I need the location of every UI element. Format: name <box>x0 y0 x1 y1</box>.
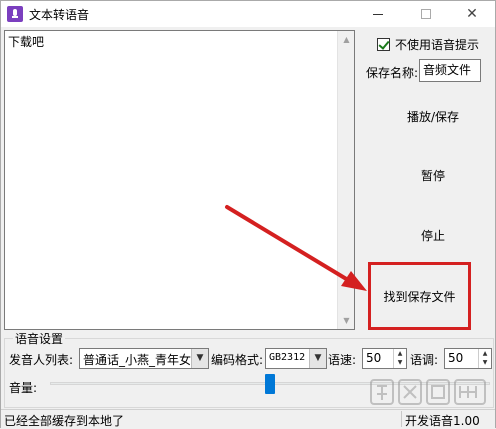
app-window: 文本转语音 ✕ 下载吧 ▲ ▼ 不使用语音提示 保存名称: 音频文件 播放/保存… <box>0 0 496 428</box>
voice-settings-title: 语音设置 <box>13 330 66 347</box>
save-name-input[interactable]: 音频文件 <box>419 59 481 82</box>
no-voice-prompt-label: 不使用语音提示 <box>395 38 480 52</box>
pitch-stepper-arrows[interactable]: ▲ ▼ <box>478 349 491 368</box>
stepper-down-icon[interactable]: ▼ <box>479 358 491 367</box>
pitch-value: 50 <box>448 351 464 365</box>
pitch-stepper[interactable]: 50 ▲ ▼ <box>444 348 492 369</box>
title-bar: 文本转语音 ✕ <box>1 1 495 27</box>
scroll-up-icon[interactable]: ▲ <box>338 31 355 48</box>
stop-button[interactable]: 停止 <box>371 227 495 244</box>
no-voice-prompt-checkbox[interactable] <box>377 38 390 51</box>
play-save-button[interactable]: 播放/保存 <box>371 108 495 125</box>
encoding-label: 编码格式: <box>211 353 264 367</box>
speaker-list-label: 发音人列表: <box>9 353 74 367</box>
scroll-down-icon[interactable]: ▼ <box>338 312 355 329</box>
window-title: 文本转语音 <box>29 8 90 22</box>
close-icon: ✕ <box>466 6 478 22</box>
status-bar: 已经全部缓存到本地了 开发语音1.00 <box>1 409 495 428</box>
stepper-up-icon[interactable]: ▲ <box>479 349 491 358</box>
minimize-icon <box>373 13 383 15</box>
text-input-area[interactable]: 下载吧 ▲ ▼ <box>4 30 355 330</box>
volume-label: 音量: <box>9 381 38 395</box>
microphone-app-icon <box>7 6 23 22</box>
speed-stepper[interactable]: 50 ▲ ▼ <box>362 348 407 369</box>
chevron-down-icon[interactable]: ▼ <box>309 349 326 368</box>
watermark-logo <box>370 379 486 405</box>
maximize-button[interactable] <box>403 1 449 27</box>
find-saved-file-button[interactable]: 找到保存文件 <box>368 288 471 305</box>
close-button[interactable]: ✕ <box>449 1 495 27</box>
stepper-up-icon[interactable]: ▲ <box>394 349 406 358</box>
save-name-label: 保存名称: <box>366 66 419 80</box>
no-voice-prompt-option[interactable]: 不使用语音提示 <box>377 36 479 53</box>
encoding-value: GB2312 <box>269 352 306 363</box>
maximize-icon <box>421 9 431 19</box>
stepper-down-icon[interactable]: ▼ <box>394 358 406 367</box>
minimize-button[interactable] <box>355 1 401 27</box>
speaker-select[interactable]: 普通话_小燕_青年女 ▼ <box>79 348 209 369</box>
pitch-label: 语调: <box>410 353 439 367</box>
speed-stepper-arrows[interactable]: ▲ ▼ <box>393 349 406 368</box>
text-content: 下载吧 <box>8 35 45 49</box>
speed-value: 50 <box>366 351 382 365</box>
status-divider <box>401 411 402 427</box>
chevron-down-icon[interactable]: ▼ <box>191 349 208 368</box>
pause-button[interactable]: 暂停 <box>371 167 495 184</box>
vertical-scrollbar[interactable]: ▲ ▼ <box>337 31 354 329</box>
encoding-select[interactable]: GB2312 ▼ <box>265 348 327 369</box>
status-message: 已经全部缓存到本地了 <box>4 414 125 428</box>
status-version: 开发语音1.00 <box>405 414 480 428</box>
volume-slider-thumb[interactable] <box>265 374 275 394</box>
speaker-value: 普通话_小燕_青年女 <box>83 353 192 367</box>
speed-label: 语速: <box>328 353 357 367</box>
